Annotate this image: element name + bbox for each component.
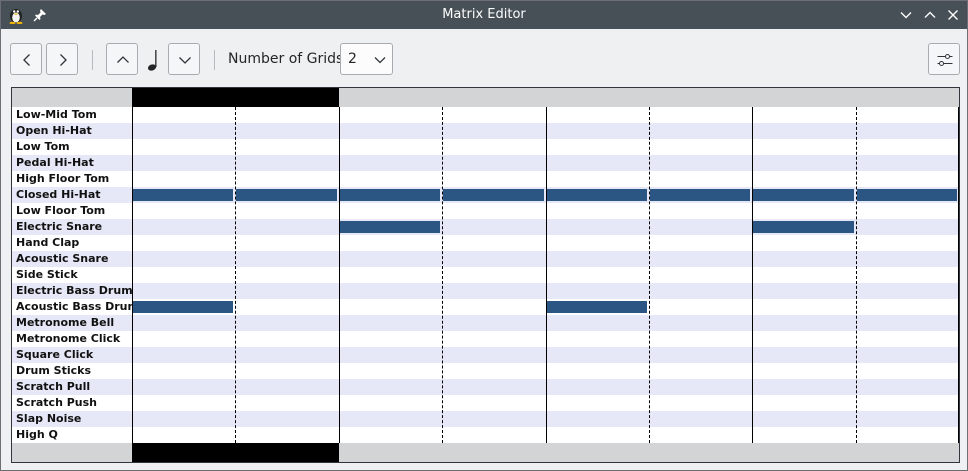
previous-grid-button[interactable] <box>10 43 42 75</box>
active-note-cell[interactable] <box>443 189 544 201</box>
active-note-cell[interactable] <box>133 301 233 313</box>
instrument-label: Closed Hi-Hat <box>12 187 132 203</box>
instrument-label: Low Tom <box>16 140 70 153</box>
instrument-label: Electric Bass Drum <box>12 283 132 299</box>
instrument-label: Pedal Hi-Hat <box>12 155 132 171</box>
maximize-button[interactable] <box>922 7 938 23</box>
active-note-cell[interactable] <box>547 301 647 313</box>
matrix-editor-window: Matrix Editor Number of Grids: 2 Low-Mid… <box>0 0 968 471</box>
instrument-label: Metronome Click <box>16 332 121 345</box>
current-grid-marker[interactable] <box>132 443 339 462</box>
active-note-cell[interactable] <box>340 221 440 233</box>
title-bar: Matrix Editor <box>1 1 967 29</box>
grid-marker[interactable] <box>752 88 959 107</box>
active-note-cell[interactable] <box>133 189 233 201</box>
active-note-cell[interactable] <box>340 189 440 201</box>
beat-line <box>546 107 547 443</box>
minimize-button[interactable] <box>898 7 914 23</box>
number-of-grids-label: Number of Grids: <box>228 51 349 67</box>
active-note-cell[interactable] <box>547 189 647 201</box>
active-note-cell[interactable] <box>753 189 854 201</box>
settings-button[interactable] <box>928 43 960 75</box>
instrument-label: Open Hi-Hat <box>12 123 132 139</box>
number-of-grids-value: 2 <box>348 51 357 67</box>
instrument-label: Scratch Push <box>16 396 98 409</box>
subdivision-line <box>235 107 236 443</box>
grid-marker[interactable] <box>546 443 752 462</box>
beat-line <box>752 107 753 443</box>
active-note-cell[interactable] <box>236 189 337 201</box>
chevron-up-icon <box>117 56 129 63</box>
chevron-down-icon <box>179 57 191 64</box>
note-down-button[interactable] <box>168 43 200 75</box>
close-button[interactable] <box>945 7 961 23</box>
next-grid-button[interactable] <box>46 43 78 75</box>
instrument-label: Metronome Bell <box>12 315 132 331</box>
subdivision-line <box>649 107 650 443</box>
instrument-label: Hand Clap <box>16 236 80 249</box>
grid-marker[interactable] <box>752 443 959 462</box>
grid-marker[interactable] <box>546 88 752 107</box>
grid-marker[interactable] <box>339 88 546 107</box>
quarter-note-icon <box>147 50 157 71</box>
instrument-label: Electric Snare <box>12 219 132 235</box>
drum-matrix: Low-Mid Tom Open Hi-Hat Low Tom Pedal Hi-Ha… <box>11 87 960 463</box>
instrument-label: High Q <box>16 428 58 441</box>
beat-line <box>958 107 959 443</box>
beat-line <box>132 107 133 443</box>
instrument-label: Scratch Pull <box>12 379 132 395</box>
window-title: Matrix Editor <box>442 7 526 22</box>
number-of-grids-select[interactable]: 2 <box>340 43 393 75</box>
toolbar-separator <box>214 50 215 70</box>
toolbar-separator <box>92 50 93 70</box>
subdivision-line <box>856 107 857 443</box>
matrix-header-corner <box>12 88 132 107</box>
toolbar: Number of Grids: 2 <box>1 29 967 87</box>
matrix-grid[interactable] <box>132 107 959 443</box>
matrix-footer-corner <box>12 443 132 462</box>
active-note-cell[interactable] <box>650 189 750 201</box>
instrument-label: Drum Sticks <box>16 364 92 377</box>
instrument-label: Square Click <box>12 347 132 363</box>
sliders-icon <box>937 54 953 66</box>
beat-line <box>339 107 340 443</box>
instrument-label: Acoustic Snare <box>12 251 132 267</box>
chevron-right-icon <box>60 54 67 66</box>
instrument-label: Low Floor Tom <box>16 204 106 217</box>
current-grid-marker[interactable] <box>132 88 339 107</box>
instrument-label: High Floor Tom <box>16 172 110 185</box>
instrument-label: Low-Mid Tom <box>16 108 97 121</box>
instrument-label: Acoustic Bass Drum <box>16 300 132 313</box>
note-up-button[interactable] <box>106 43 138 75</box>
chevron-down-icon <box>374 57 386 64</box>
grid-marker[interactable] <box>339 443 546 462</box>
active-note-cell[interactable] <box>857 189 957 201</box>
instrument-label: Slap Noise <box>12 411 132 427</box>
instrument-label: Side Stick <box>16 268 78 281</box>
instrument-labels: Low-Mid Tom Open Hi-Hat Low Tom Pedal Hi-Ha… <box>12 107 132 443</box>
subdivision-line <box>442 107 443 443</box>
active-note-cell[interactable] <box>753 221 854 233</box>
chevron-left-icon <box>23 54 30 66</box>
